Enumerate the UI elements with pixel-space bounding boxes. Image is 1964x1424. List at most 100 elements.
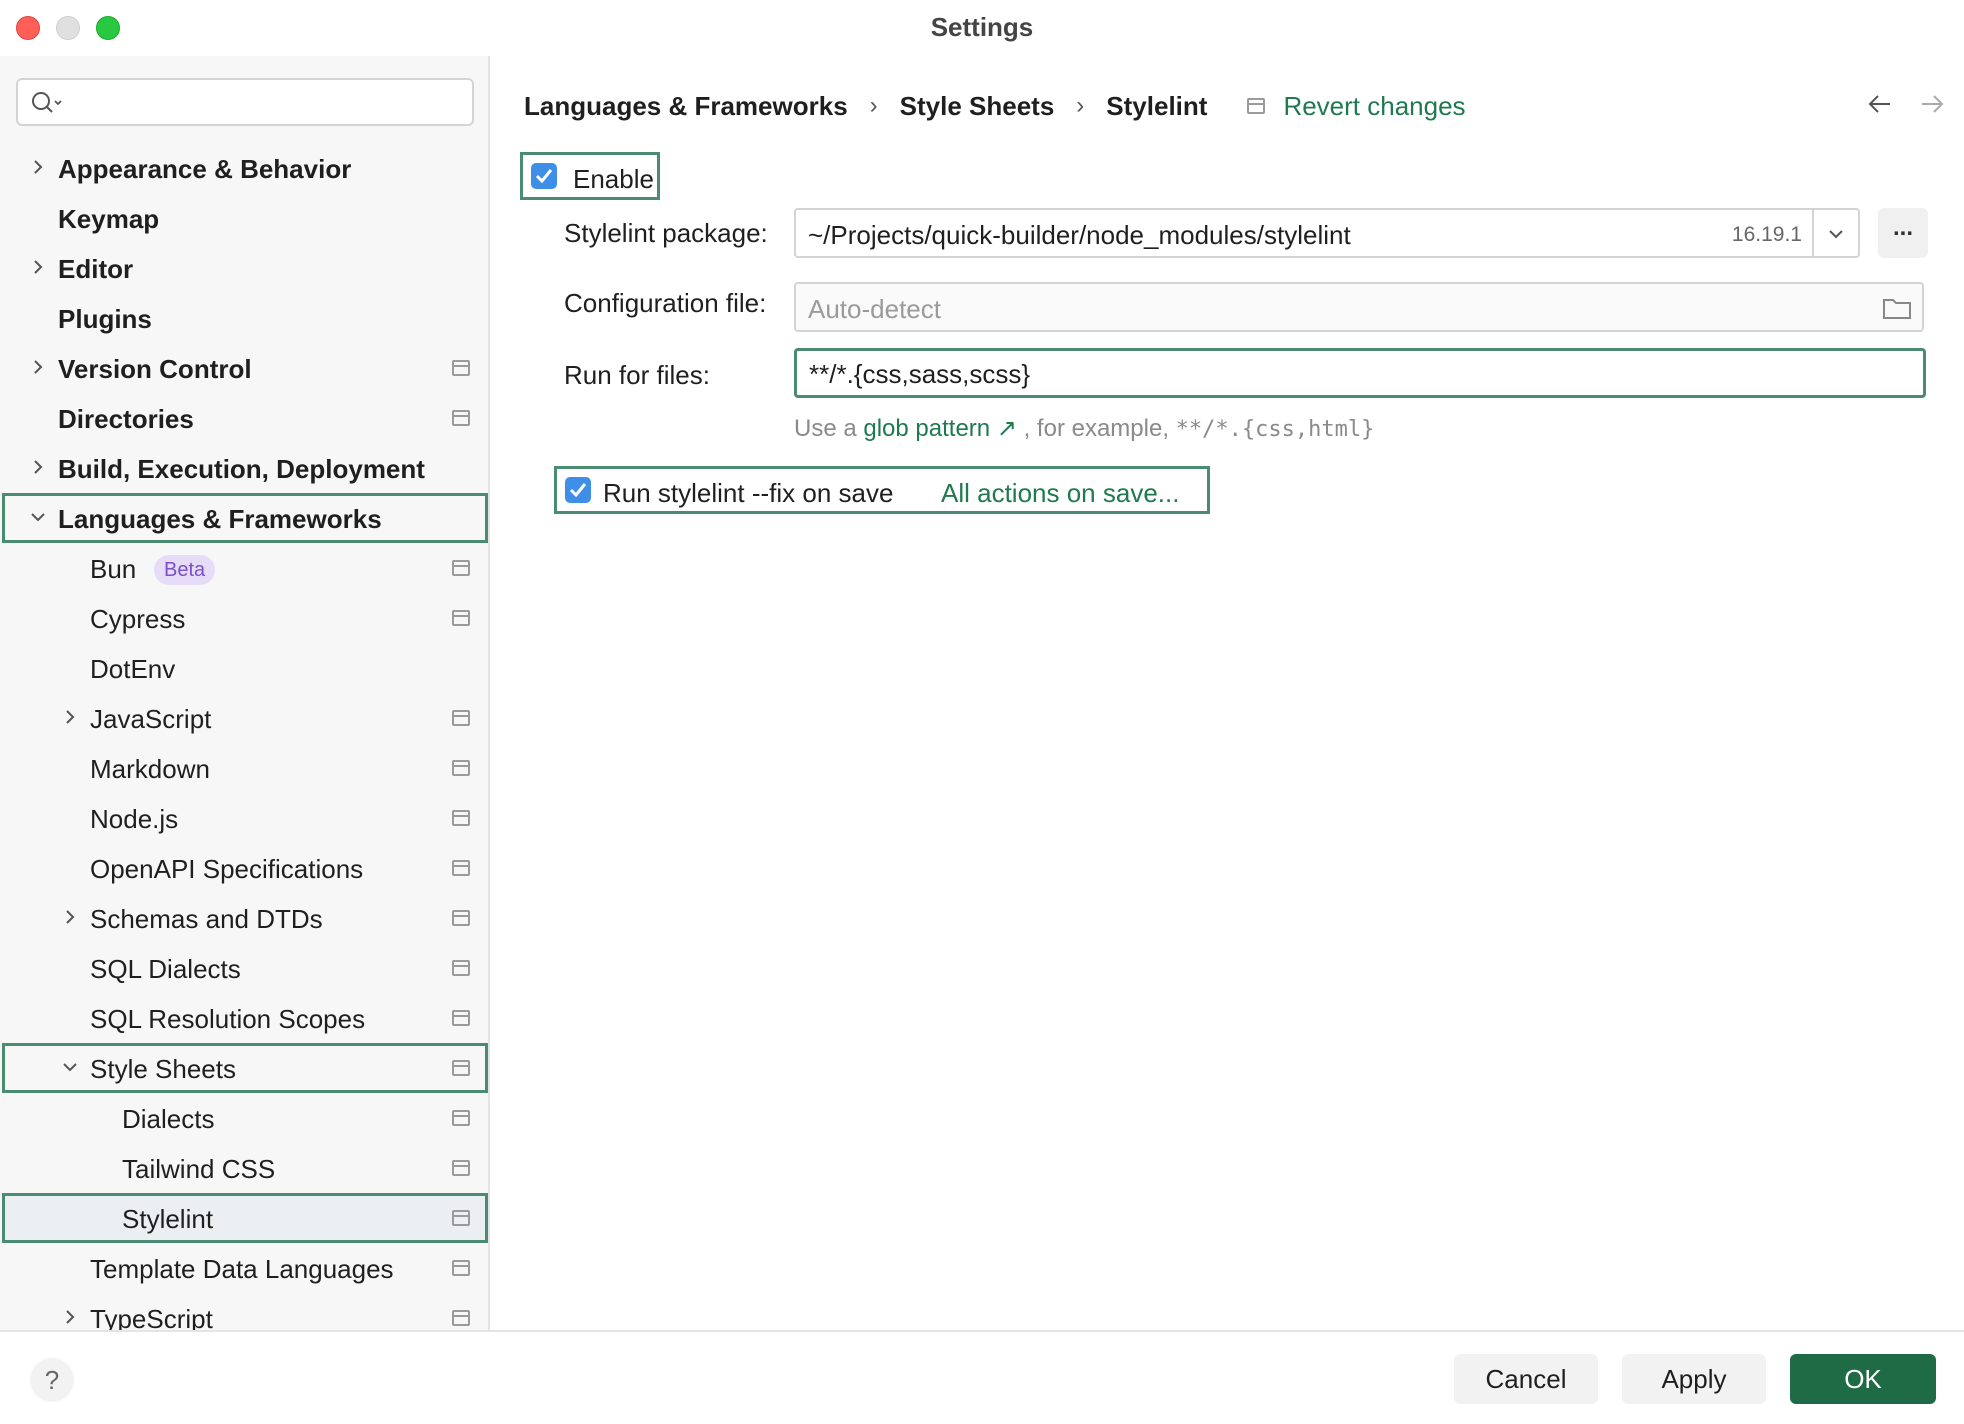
sidebar-item[interactable]: TypeScript	[2, 1293, 488, 1330]
browse-package-button[interactable]: ...	[1878, 208, 1928, 258]
project-scope-icon	[452, 560, 470, 576]
chevron-right-icon[interactable]	[28, 357, 48, 377]
fix-on-save-row[interactable]: Run stylelint --fix on save All actions …	[554, 466, 1210, 514]
sidebar-item[interactable]: DotEnv	[2, 643, 488, 693]
run-for-files-label: Run for files:	[564, 360, 710, 390]
fix-on-save-checkbox[interactable]	[565, 477, 591, 503]
settings-search-box[interactable]	[16, 78, 474, 126]
sidebar-item-label: Template Data Languages	[90, 1254, 394, 1284]
breadcrumb-item-stylelint: Stylelint	[1106, 90, 1208, 121]
stylelint-version: 16.19.1	[1731, 223, 1802, 246]
cancel-button[interactable]: Cancel	[1454, 1354, 1598, 1404]
configuration-file-label: Configuration file:	[564, 288, 767, 318]
sidebar-item[interactable]: Keymap	[2, 193, 488, 243]
sidebar-item[interactable]: Bun Beta	[2, 543, 488, 593]
configuration-file-field[interactable]: Auto-detect	[794, 282, 1924, 332]
project-scope-icon	[452, 1310, 470, 1326]
chevron-right-icon[interactable]	[60, 907, 80, 927]
sidebar-item-label: Version Control	[58, 354, 252, 384]
chevron-down-icon[interactable]	[28, 507, 48, 527]
sidebar-item-label: Style Sheets	[90, 1054, 236, 1084]
run-for-files-input[interactable]: **/*.{css,sass,scss}	[794, 348, 1926, 398]
dialog-footer: ? Cancel Apply OK	[0, 1330, 1964, 1424]
fix-on-save-label: Run stylelint --fix on save	[603, 478, 894, 508]
project-scope-icon	[452, 610, 470, 626]
chevron-down-icon[interactable]	[60, 1057, 80, 1077]
sidebar-item[interactable]: Style Sheets	[2, 1043, 488, 1093]
breadcrumb-item-style-sheets[interactable]: Style Sheets	[900, 91, 1055, 122]
chevron-right-icon[interactable]	[28, 257, 48, 277]
sidebar-item[interactable]: Dialects	[2, 1093, 488, 1143]
revert-changes-link[interactable]: Revert changes	[1283, 91, 1465, 122]
project-scope-icon	[452, 760, 470, 776]
chevron-right-icon[interactable]	[28, 157, 48, 177]
sidebar-item-label: Plugins	[58, 304, 152, 334]
run-for-files-value: **/*.{css,sass,scss}	[809, 359, 1031, 389]
sidebar-item[interactable]: Editor	[2, 243, 488, 293]
arrow-left-icon[interactable]	[1862, 86, 1898, 122]
sidebar-item[interactable]: Node.js	[2, 793, 488, 843]
project-scope-icon	[452, 710, 470, 726]
project-scope-icon	[452, 1160, 470, 1176]
sidebar-item[interactable]: Appearance & Behavior	[2, 143, 488, 193]
glob-hint: Use a glob pattern ↗ , for example, **/*…	[794, 414, 1374, 443]
sidebar-item[interactable]: Template Data Languages	[2, 1243, 488, 1293]
sidebar-item-label: Node.js	[90, 804, 179, 834]
chevron-right-icon[interactable]	[60, 1307, 80, 1327]
breadcrumb-separator: ›	[869, 92, 878, 119]
stylelint-package-value: ~/Projects/quick-builder/node_modules/st…	[808, 220, 1351, 250]
sidebar-item[interactable]: SQL Resolution Scopes	[2, 993, 488, 1043]
stylelint-package-dropdown[interactable]: ~/Projects/quick-builder/node_modules/st…	[794, 208, 1860, 258]
sidebar-item[interactable]: Schemas and DTDs	[2, 893, 488, 943]
ok-button[interactable]: OK	[1790, 1354, 1936, 1404]
project-scope-icon	[452, 960, 470, 976]
sidebar-item-label: Schemas and DTDs	[90, 904, 323, 934]
sidebar-item-label: Languages & Frameworks	[58, 504, 382, 534]
sidebar-item[interactable]: Markdown	[2, 743, 488, 793]
sidebar-item[interactable]: Languages & Frameworks	[2, 493, 488, 543]
breadcrumb-item-languages[interactable]: Languages & Frameworks	[524, 91, 848, 122]
sidebar-item-label: OpenAPI Specifications	[90, 854, 364, 884]
sidebar-item-label: SQL Dialects	[90, 954, 241, 984]
sidebar-item[interactable]: Directories	[2, 393, 488, 443]
sidebar-item[interactable]: JavaScript	[2, 693, 488, 743]
sidebar-item-label: Stylelint	[122, 1204, 214, 1234]
sidebar-item-label: DotEnv	[90, 654, 176, 684]
dropdown-separator	[1812, 210, 1814, 256]
chevron-down-icon[interactable]	[1826, 224, 1846, 244]
sidebar-item[interactable]: OpenAPI Specifications	[2, 843, 488, 893]
sidebar-item[interactable]: Stylelint	[2, 1193, 488, 1243]
sidebar-item[interactable]: Tailwind CSS	[2, 1143, 488, 1193]
title-bar: Settings	[0, 0, 1964, 56]
sidebar-item-label: Tailwind CSS	[122, 1154, 276, 1184]
project-scope-icon	[452, 860, 470, 876]
sidebar-item-label: Markdown	[90, 754, 210, 784]
project-scope-icon	[452, 1260, 470, 1276]
sidebar-item[interactable]: Version Control	[2, 343, 488, 393]
chevron-right-icon[interactable]	[28, 457, 48, 477]
folder-icon[interactable]	[1882, 296, 1912, 320]
breadcrumb-separator: ›	[1076, 92, 1085, 119]
chevron-right-icon[interactable]	[60, 707, 80, 727]
sidebar-item-label: JavaScript	[90, 704, 212, 734]
glob-pattern-link[interactable]: glob pattern ↗	[863, 415, 1017, 442]
sidebar-item[interactable]: Build, Execution, Deployment	[2, 443, 488, 493]
hint-mid: , for example,	[1023, 415, 1169, 442]
help-button[interactable]: ?	[30, 1358, 74, 1402]
sidebar-item-label: Build, Execution, Deployment	[58, 454, 425, 484]
enable-checkbox[interactable]	[531, 163, 557, 189]
window-title: Settings	[930, 12, 1034, 42]
settings-search-input[interactable]	[74, 86, 464, 118]
sidebar-item-label: TypeScript	[90, 1304, 213, 1330]
all-actions-on-save-link[interactable]: All actions on save...	[941, 478, 1179, 509]
sidebar-item[interactable]: Cypress	[2, 593, 488, 643]
enable-checkbox-row[interactable]: Enable	[520, 152, 660, 200]
sidebar-item[interactable]: Plugins	[2, 293, 488, 343]
stylelint-package-label: Stylelint package:	[564, 218, 768, 248]
check-icon	[569, 483, 587, 498]
sidebar-item-label: Dialects	[122, 1104, 215, 1134]
sidebar-item[interactable]: SQL Dialects	[2, 943, 488, 993]
enable-label: Enable	[573, 164, 654, 194]
arrow-right-icon[interactable]	[1914, 86, 1950, 122]
apply-button[interactable]: Apply	[1622, 1354, 1766, 1404]
